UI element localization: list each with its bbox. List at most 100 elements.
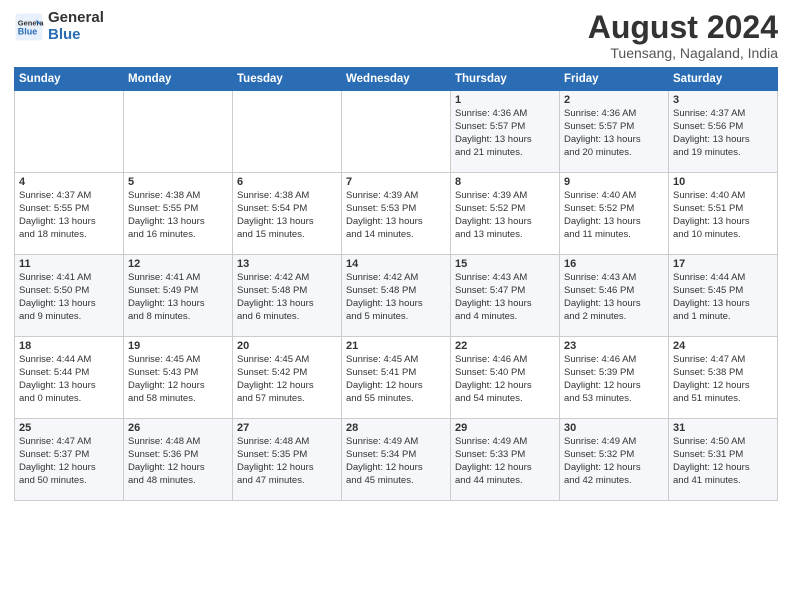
day-number: 5 xyxy=(128,176,228,188)
cell-details: Sunrise: 4:50 AMSunset: 5:31 PMDaylight:… xyxy=(673,436,773,487)
day-number: 29 xyxy=(455,422,555,434)
day-number: 3 xyxy=(673,94,773,106)
day-number: 24 xyxy=(673,340,773,352)
cell-details: Sunrise: 4:36 AMSunset: 5:57 PMDaylight:… xyxy=(564,108,664,159)
calendar-cell: 31 Sunrise: 4:50 AMSunset: 5:31 PMDayligh… xyxy=(669,419,778,501)
calendar-cell: 16Sunrise: 4:43 AMSunset: 5:46 PMDayligh… xyxy=(560,255,669,337)
cell-details: Sunrise: 4:38 AMSunset: 5:55 PMDaylight:… xyxy=(128,190,228,241)
day-number: 25 xyxy=(19,422,119,434)
cell-details: Sunrise: 4:45 AMSunset: 5:43 PMDaylight:… xyxy=(128,354,228,405)
day-number: 28 xyxy=(346,422,446,434)
month-year-title: August 2024 xyxy=(588,10,778,45)
location-subtitle: Tuensang, Nagaland, India xyxy=(588,45,778,61)
cell-details: Sunrise: 4:45 AMSunset: 5:42 PMDaylight:… xyxy=(237,354,337,405)
weekday-header-friday: Friday xyxy=(560,68,669,91)
calendar-cell: 5 Sunrise: 4:38 AMSunset: 5:55 PMDaylight… xyxy=(124,173,233,255)
day-number: 18 xyxy=(19,340,119,352)
cell-details: Sunrise: 4:37 AMSunset: 5:56 PMDaylight:… xyxy=(673,108,773,159)
cell-details: Sunrise: 4:40 AMSunset: 5:51 PMDaylight:… xyxy=(673,190,773,241)
cell-details: Sunrise: 4:41 AMSunset: 5:49 PMDaylight:… xyxy=(128,272,228,323)
calendar-cell: 21Sunrise: 4:45 AMSunset: 5:41 PMDayligh… xyxy=(342,337,451,419)
weekday-header-monday: Monday xyxy=(124,68,233,91)
cell-details: Sunrise: 4:44 AMSunset: 5:45 PMDaylight:… xyxy=(673,272,773,323)
calendar-week-row: 25 Sunrise: 4:47 AMSunset: 5:37 PMDayligh… xyxy=(15,419,778,501)
calendar-cell: 24 Sunrise: 4:47 AMSunset: 5:38 PMDayligh… xyxy=(669,337,778,419)
weekday-header-row: SundayMondayTuesdayWednesdayThursdayFrid… xyxy=(15,68,778,91)
cell-details: Sunrise: 4:39 AMSunset: 5:53 PMDaylight:… xyxy=(346,190,446,241)
calendar-cell: 22Sunrise: 4:46 AMSunset: 5:40 PMDayligh… xyxy=(451,337,560,419)
calendar-cell xyxy=(124,91,233,173)
title-block: August 2024 Tuensang, Nagaland, India xyxy=(588,10,778,61)
calendar-cell: 11 Sunrise: 4:41 AMSunset: 5:50 PMDayligh… xyxy=(15,255,124,337)
calendar-cell: 10Sunrise: 4:40 AMSunset: 5:51 PMDayligh… xyxy=(669,173,778,255)
cell-details: Sunrise: 4:48 AMSunset: 5:35 PMDaylight:… xyxy=(237,436,337,487)
calendar-cell: 25 Sunrise: 4:47 AMSunset: 5:37 PMDayligh… xyxy=(15,419,124,501)
calendar-cell: 7Sunrise: 4:39 AMSunset: 5:53 PMDaylight… xyxy=(342,173,451,255)
cell-details: Sunrise: 4:36 AMSunset: 5:57 PMDaylight:… xyxy=(455,108,555,159)
day-number: 30 xyxy=(564,422,664,434)
cell-details: Sunrise: 4:38 AMSunset: 5:54 PMDaylight:… xyxy=(237,190,337,241)
calendar-table: SundayMondayTuesdayWednesdayThursdayFrid… xyxy=(14,67,778,501)
header: General Blue GeneralBlue August 2024 Tue… xyxy=(14,10,778,61)
calendar-page: General Blue GeneralBlue August 2024 Tue… xyxy=(0,0,792,511)
calendar-week-row: 4 Sunrise: 4:37 AMSunset: 5:55 PMDaylight… xyxy=(15,173,778,255)
cell-details: Sunrise: 4:43 AMSunset: 5:47 PMDaylight:… xyxy=(455,272,555,323)
calendar-cell: 4 Sunrise: 4:37 AMSunset: 5:55 PMDaylight… xyxy=(15,173,124,255)
calendar-cell: 15 Sunrise: 4:43 AMSunset: 5:47 PMDayligh… xyxy=(451,255,560,337)
cell-details: Sunrise: 4:37 AMSunset: 5:55 PMDaylight:… xyxy=(19,190,119,241)
cell-details: Sunrise: 4:46 AMSunset: 5:39 PMDaylight:… xyxy=(564,354,664,405)
weekday-header-sunday: Sunday xyxy=(15,68,124,91)
calendar-cell: 27 Sunrise: 4:48 AMSunset: 5:35 PMDayligh… xyxy=(233,419,342,501)
day-number: 19 xyxy=(128,340,228,352)
cell-details: Sunrise: 4:39 AMSunset: 5:52 PMDaylight:… xyxy=(455,190,555,241)
day-number: 4 xyxy=(19,176,119,188)
day-number: 31 xyxy=(673,422,773,434)
calendar-cell: 9 Sunrise: 4:40 AMSunset: 5:52 PMDaylight… xyxy=(560,173,669,255)
calendar-cell: 30 Sunrise: 4:49 AMSunset: 5:32 PMDayligh… xyxy=(560,419,669,501)
calendar-cell: 13 Sunrise: 4:42 AMSunset: 5:48 PMDayligh… xyxy=(233,255,342,337)
cell-details: Sunrise: 4:49 AMSunset: 5:33 PMDaylight:… xyxy=(455,436,555,487)
cell-details: Sunrise: 4:48 AMSunset: 5:36 PMDaylight:… xyxy=(128,436,228,487)
calendar-cell: 20Sunrise: 4:45 AMSunset: 5:42 PMDayligh… xyxy=(233,337,342,419)
calendar-cell: 29 Sunrise: 4:49 AMSunset: 5:33 PMDayligh… xyxy=(451,419,560,501)
weekday-header-saturday: Saturday xyxy=(669,68,778,91)
day-number: 27 xyxy=(237,422,337,434)
day-number: 9 xyxy=(564,176,664,188)
calendar-cell: 3 Sunrise: 4:37 AMSunset: 5:56 PMDaylight… xyxy=(669,91,778,173)
svg-text:Blue: Blue xyxy=(18,26,38,36)
calendar-cell: 2 Sunrise: 4:36 AMSunset: 5:57 PMDaylight… xyxy=(560,91,669,173)
logo: General Blue GeneralBlue xyxy=(14,10,104,43)
cell-details: Sunrise: 4:47 AMSunset: 5:38 PMDaylight:… xyxy=(673,354,773,405)
calendar-week-row: 18 Sunrise: 4:44 AMSunset: 5:44 PMDayligh… xyxy=(15,337,778,419)
cell-details: Sunrise: 4:41 AMSunset: 5:50 PMDaylight:… xyxy=(19,272,119,323)
day-number: 14 xyxy=(346,258,446,270)
calendar-cell: 28 Sunrise: 4:49 AMSunset: 5:34 PMDayligh… xyxy=(342,419,451,501)
cell-details: Sunrise: 4:49 AMSunset: 5:34 PMDaylight:… xyxy=(346,436,446,487)
calendar-week-row: 1Sunrise: 4:36 AMSunset: 5:57 PMDaylight… xyxy=(15,91,778,173)
calendar-cell: 23Sunrise: 4:46 AMSunset: 5:39 PMDayligh… xyxy=(560,337,669,419)
cell-details: Sunrise: 4:42 AMSunset: 5:48 PMDaylight:… xyxy=(346,272,446,323)
cell-details: Sunrise: 4:42 AMSunset: 5:48 PMDaylight:… xyxy=(237,272,337,323)
calendar-cell xyxy=(15,91,124,173)
cell-details: Sunrise: 4:47 AMSunset: 5:37 PMDaylight:… xyxy=(19,436,119,487)
calendar-week-row: 11 Sunrise: 4:41 AMSunset: 5:50 PMDayligh… xyxy=(15,255,778,337)
day-number: 26 xyxy=(128,422,228,434)
calendar-cell: 1Sunrise: 4:36 AMSunset: 5:57 PMDaylight… xyxy=(451,91,560,173)
day-number: 15 xyxy=(455,258,555,270)
weekday-header-wednesday: Wednesday xyxy=(342,68,451,91)
cell-details: Sunrise: 4:40 AMSunset: 5:52 PMDaylight:… xyxy=(564,190,664,241)
day-number: 16 xyxy=(564,258,664,270)
cell-details: Sunrise: 4:49 AMSunset: 5:32 PMDaylight:… xyxy=(564,436,664,487)
day-number: 21 xyxy=(346,340,446,352)
calendar-cell xyxy=(342,91,451,173)
day-number: 2 xyxy=(564,94,664,106)
calendar-cell xyxy=(233,91,342,173)
calendar-cell: 6Sunrise: 4:38 AMSunset: 5:54 PMDaylight… xyxy=(233,173,342,255)
logo-text: GeneralBlue xyxy=(48,10,104,43)
cell-details: Sunrise: 4:44 AMSunset: 5:44 PMDaylight:… xyxy=(19,354,119,405)
weekday-header-thursday: Thursday xyxy=(451,68,560,91)
day-number: 11 xyxy=(19,258,119,270)
calendar-cell: 12Sunrise: 4:41 AMSunset: 5:49 PMDayligh… xyxy=(124,255,233,337)
day-number: 13 xyxy=(237,258,337,270)
day-number: 8 xyxy=(455,176,555,188)
